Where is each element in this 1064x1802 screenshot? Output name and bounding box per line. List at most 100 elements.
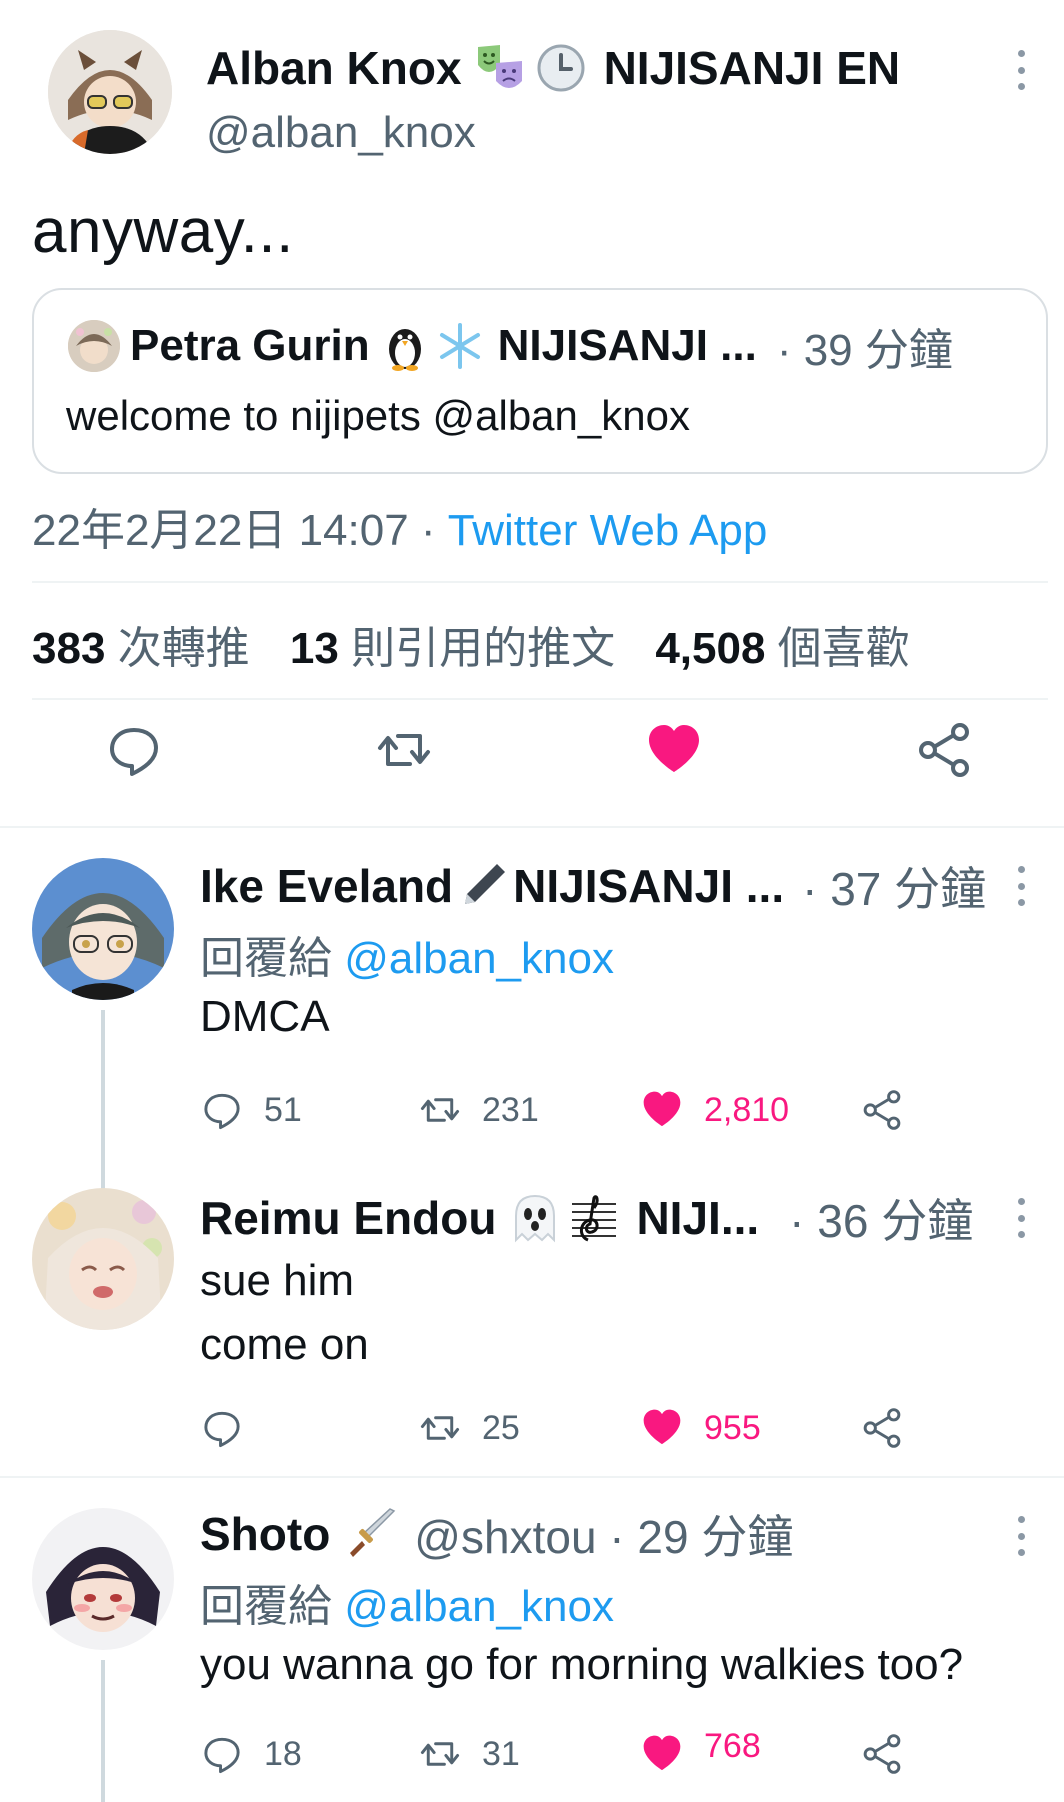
heart-icon[interactable] [644,720,704,780]
avatar-petra [68,320,120,372]
share-button[interactable] [860,1400,924,1456]
reply-tweet[interactable]: Shoto @shxtou · 29 分鐘 回覆給 @alban_knox yo… [0,1500,1064,1802]
retweet-button[interactable]: 31 [418,1726,520,1782]
heart-icon [643,1735,681,1771]
share-icon [863,1408,901,1448]
reply-text: sue him [200,1256,355,1305]
theater-masks-icon [474,41,528,95]
like-count: 768 [704,1726,761,1765]
avatar-ike[interactable] [32,858,174,1000]
snowflake-icon [436,322,484,370]
quoted-author-name[interactable]: Petra Gurin [130,321,370,371]
retweet-count: 31 [482,1734,520,1773]
author-name[interactable]: Alban Knox [206,41,462,95]
share-button[interactable] [860,1726,924,1782]
reply-author-name[interactable]: Reimu Endou [200,1191,496,1245]
reply-text: come on [200,1320,369,1369]
reply-to-handle[interactable]: @alban_knox [344,1582,614,1631]
penguin-icon [382,321,428,371]
pen-icon [457,860,509,912]
quoted-tweet-header: Petra Gurin NIJISANJI ... · 39 分鐘 [130,318,1030,375]
reply-button[interactable] [200,1400,264,1456]
avatar-reimu[interactable] [32,1188,174,1330]
reply-to-prefix: 回覆給 [200,934,345,983]
like-count: 2,810 [704,1090,790,1129]
reply-to-line: 回覆給 @alban_knox [200,1570,614,1634]
tweet-meta: 22年2月22日 14:07 · Twitter Web App [32,494,767,558]
heart-icon [643,1409,681,1445]
like-button[interactable]: 955 [640,1400,761,1456]
tweet-action-bar [0,720,1064,800]
share-icon [863,1734,901,1774]
likes-stat[interactable]: 4,508 個喜歡 [655,624,909,673]
reply-count: 51 [264,1090,302,1129]
divider [32,581,1048,583]
retweets-stat[interactable]: 383 次轉推 [32,624,250,673]
reply-header: Ike Eveland NIJISANJI ... · 37 分鐘 [200,856,986,916]
retweet-icon [420,1742,460,1766]
more-icon[interactable] [1014,1198,1028,1238]
reply-author-org: NIJI... [636,1192,760,1244]
retweet-icon [420,1416,460,1440]
author-org: NIJISANJI EN [603,42,901,94]
tweet-text: anyway... [32,197,294,266]
tweet-timestamp[interactable]: 22年2月22日 14:07 · [32,506,448,555]
quoted-text: welcome to nijipets @alban_knox [66,392,690,439]
dagger-icon [344,1507,398,1561]
avatar-shoto[interactable] [32,1508,174,1650]
quoted-tweet[interactable]: Petra Gurin NIJISANJI ... · 39 分鐘 welcom… [32,288,1048,474]
reply-button[interactable]: 18 [200,1726,302,1782]
avatar-alban[interactable] [48,30,172,154]
like-count: 955 [704,1408,761,1447]
author-name-row[interactable]: Alban Knox NIJISANJI EN [206,38,900,98]
reply-to-line: 回覆給 @alban_knox [200,922,614,986]
divider [0,826,1064,828]
reply-time: · 37 分鐘 [802,863,987,915]
reply-text: you wanna go for morning walkies too? [200,1640,964,1689]
reply-icon [204,1411,240,1448]
reply-author-name[interactable]: Shoto [200,1507,330,1561]
reply-author-org: NIJISANJI ... [513,860,785,912]
share-icon[interactable] [914,720,974,780]
retweet-count: 25 [482,1408,520,1447]
divider [0,1476,1064,1478]
reply-author-name[interactable]: Ike Eveland [200,859,453,913]
reply-icon [204,1093,240,1130]
more-icon[interactable] [1014,50,1028,90]
like-button[interactable]: 768 [640,1726,761,1782]
reply-tweet[interactable]: Reimu Endou NIJI... · 36 分鐘 sue him come… [0,1180,1064,1470]
reply-icon [204,1737,240,1774]
thread-line [101,1010,105,1190]
reply-actions: 25 955 [200,1400,920,1456]
reply-header: Shoto @shxtou · 29 分鐘 [200,1504,793,1564]
music-staff-icon [568,1192,620,1244]
reply-time: · 36 分鐘 [789,1195,974,1247]
more-icon[interactable] [1014,1516,1028,1556]
reply-button[interactable]: 51 [200,1082,302,1138]
retweet-button[interactable]: 25 [418,1400,520,1456]
tweet-source-link[interactable]: Twitter Web App [448,506,768,555]
reply-actions: 18 31 768 [200,1726,920,1782]
quoted-time: · 39 分鐘 [776,326,953,375]
reply-icon[interactable] [104,720,164,780]
reply-text: DMCA [200,992,330,1041]
reply-count: 18 [264,1734,302,1773]
reply-handle-time: @shxtou · 29 分鐘 [414,1511,794,1563]
reply-header: Reimu Endou NIJI... · 36 分鐘 [200,1188,973,1248]
author-handle[interactable]: @alban_knox [206,108,476,158]
reply-tweet[interactable]: Ike Eveland NIJISANJI ... · 37 分鐘 回覆給 @a… [0,850,1064,1190]
quoted-author-org: NIJISANJI ... [497,321,757,370]
retweet-icon[interactable] [374,720,434,780]
share-button[interactable] [860,1082,924,1138]
ghost-icon [510,1192,560,1244]
tweet-stats: 383 次轉推 13 則引用的推文 4,508 個喜歡 [32,612,910,676]
thread-line [101,1660,105,1802]
clock-icon [536,43,586,93]
more-icon[interactable] [1014,866,1028,906]
heart-icon [643,1091,681,1127]
quotes-stat[interactable]: 13 則引用的推文 [290,624,615,673]
like-button[interactable]: 2,810 [640,1082,789,1138]
retweet-count: 231 [482,1090,539,1129]
retweet-button[interactable]: 231 [418,1082,539,1138]
reply-to-handle[interactable]: @alban_knox [344,934,614,983]
